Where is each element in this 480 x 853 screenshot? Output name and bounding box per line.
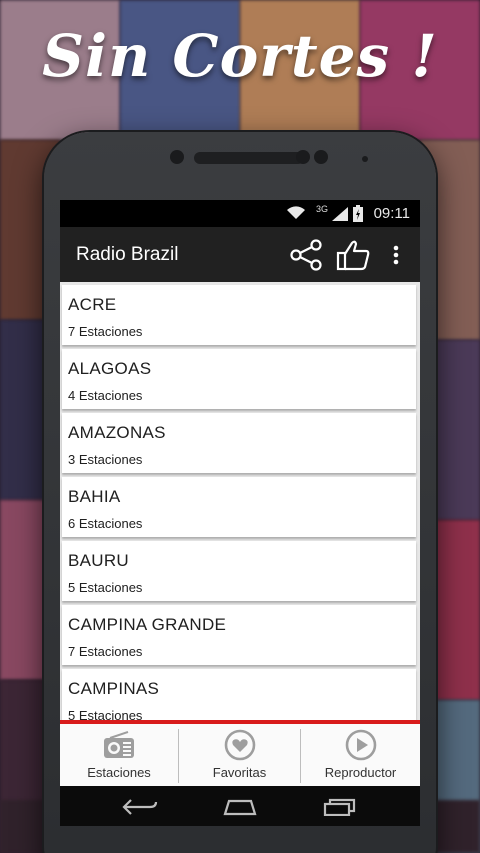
list-item-bauru[interactable]: BAURU 5 Estaciones — [62, 541, 416, 601]
region-name: CAMPINA GRANDE — [68, 615, 227, 634]
thumbs-up-icon[interactable] — [336, 239, 372, 271]
list-item-acre[interactable]: ACRE 7 Estaciones — [62, 285, 416, 345]
station-count: 5 Estaciones — [68, 580, 143, 595]
phone-sensor-dot — [362, 156, 368, 162]
network-type: 3G — [316, 204, 329, 214]
wifi-icon — [287, 206, 305, 219]
play-icon — [345, 729, 377, 761]
app-title: Radio Brazil — [76, 244, 179, 265]
list-item-alagoas[interactable]: ALAGOAS 4 Estaciones — [62, 349, 416, 409]
list-item-bahia[interactable]: BAHIA 6 Estaciones — [62, 477, 416, 537]
station-count: 5 Estaciones — [68, 708, 143, 720]
phone-speaker — [194, 152, 304, 164]
station-count: 4 Estaciones — [68, 388, 143, 403]
region-list: ACRE 7 Estaciones ALAGOAS 4 Estaciones A… — [60, 282, 420, 720]
recents-icon[interactable] — [322, 798, 358, 816]
tab-estaciones[interactable]: Estaciones — [60, 724, 178, 786]
list-item-campina-grande[interactable]: CAMPINA GRANDE 7 Estaciones — [62, 605, 416, 665]
list-item-campinas[interactable]: CAMPINAS 5 Estaciones — [62, 669, 416, 720]
share-icon[interactable] — [288, 239, 324, 271]
region-name: ALAGOAS — [68, 359, 152, 378]
bottom-tab-bar: Estaciones Favoritas Reproductor — [60, 724, 420, 786]
phone-camera — [170, 150, 184, 164]
region-name: BAHIA — [68, 487, 121, 506]
tab-label: Favoritas — [212, 765, 267, 780]
promo-headline: Sin Cortes ! — [42, 22, 438, 90]
station-count: 7 Estaciones — [68, 324, 143, 339]
tab-label: Estaciones — [87, 765, 151, 780]
app-screen: 3G 09:11 Radio Brazil ACRE 7 Estaciones … — [60, 200, 420, 826]
signal-icon — [332, 207, 348, 221]
system-nav-bar — [60, 786, 420, 826]
overflow-menu-icon[interactable] — [388, 239, 404, 271]
list-item-amazonas[interactable]: AMAZONAS 3 Estaciones — [62, 413, 416, 473]
station-count: 3 Estaciones — [68, 452, 143, 467]
tab-label: Reproductor — [324, 765, 397, 780]
region-name: BAURU — [68, 551, 130, 570]
region-name: CAMPINAS — [68, 679, 160, 698]
battery-icon — [353, 205, 363, 222]
app-bar: Radio Brazil — [60, 227, 420, 282]
heart-icon — [224, 729, 256, 761]
station-count: 7 Estaciones — [68, 644, 143, 659]
status-bar: 3G 09:11 — [60, 200, 420, 227]
tab-favoritas[interactable]: Favoritas — [179, 724, 300, 786]
back-icon[interactable] — [122, 798, 158, 816]
station-count: 6 Estaciones — [68, 516, 143, 531]
status-time: 09:11 — [373, 205, 410, 222]
radio-icon — [104, 731, 134, 758]
region-name: AMAZONAS — [68, 423, 166, 442]
region-name: ACRE — [68, 295, 117, 314]
home-icon[interactable] — [221, 798, 259, 816]
phone-sensor — [296, 150, 310, 164]
tab-reproductor[interactable]: Reproductor — [301, 724, 420, 786]
phone-sensor — [314, 150, 328, 164]
